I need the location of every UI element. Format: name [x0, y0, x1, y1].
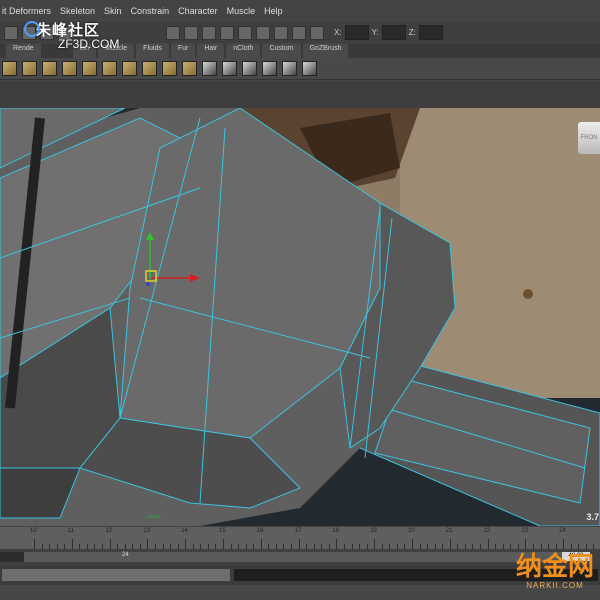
shelf-tool-1-icon[interactable] [2, 61, 17, 76]
tab-fluids[interactable]: Fluids [136, 44, 169, 58]
time-tick [147, 539, 149, 549]
time-tick-label: 11 [67, 528, 75, 534]
time-tick-label: 13 [143, 528, 151, 534]
y-field[interactable] [381, 25, 406, 40]
shelf-tool-14-icon[interactable] [262, 61, 277, 76]
shelf-tool-15-icon[interactable] [282, 61, 297, 76]
menu-character[interactable]: Character [178, 6, 218, 16]
time-tick-label: 23 [521, 528, 529, 534]
menu-muscle[interactable]: Muscle [227, 6, 256, 16]
watermark-zf3d-url: ZF3D.COM [58, 37, 120, 51]
ipr-render-icon[interactable] [292, 25, 306, 40]
tab-fur[interactable]: Fur [170, 44, 196, 58]
time-tick-label: 22 [483, 528, 491, 534]
shelf-tool-3-icon[interactable] [42, 61, 57, 76]
x-field[interactable] [344, 25, 369, 40]
viewport-3d[interactable]: FRON persp 3.7 [0, 108, 600, 526]
shelf-tool-8-icon[interactable] [142, 61, 157, 76]
render-settings-icon[interactable] [310, 25, 324, 40]
menu-set-icon[interactable] [4, 25, 18, 40]
tab-gozbrush[interactable]: GoZBrush [302, 44, 349, 58]
select-by-component-icon[interactable] [202, 25, 216, 40]
time-tick [298, 539, 300, 549]
shelf-tool-11-icon[interactable] [202, 61, 217, 76]
menu-skeleton[interactable]: Skeleton [60, 6, 95, 16]
range-start-field[interactable] [0, 552, 24, 562]
time-tick [412, 539, 413, 549]
mel-input[interactable] [2, 569, 230, 581]
render-icon[interactable] [274, 25, 288, 40]
time-tick [109, 539, 111, 549]
time-tick [223, 539, 224, 549]
shelf-tool-5-icon[interactable] [82, 61, 97, 76]
time-tick [71, 539, 73, 549]
time-tick [487, 539, 489, 549]
z-field[interactable] [418, 25, 443, 40]
time-slider[interactable]: 10 11 12 13 14 15 16 17 18 19 20 21 22 23 24 [0, 527, 600, 549]
time-tick [449, 539, 451, 549]
watermark-narkii: 纳金网 NARKII.COM [516, 553, 594, 590]
menu-edit-deformers[interactable]: it Deformers [2, 6, 51, 16]
shelf-tool-13-icon[interactable] [242, 61, 257, 76]
snap-grid-icon[interactable] [220, 25, 234, 40]
time-tick-label: 18 [332, 528, 340, 534]
help-line [0, 585, 600, 600]
image-plane-pebble [523, 289, 533, 299]
y-label: Y: [371, 28, 379, 37]
time-tick-label: 17 [294, 528, 302, 534]
x-label: X: [334, 28, 342, 37]
panel-toolbar [0, 81, 600, 109]
time-tick-label: 20 [408, 528, 415, 534]
camera-label: persp [148, 514, 161, 520]
shelf-tool-12-icon[interactable] [222, 61, 237, 76]
time-tick-label: 10 [30, 528, 37, 534]
fps-readout: 3.7 [586, 512, 599, 522]
shelf-tool-7-icon[interactable] [122, 61, 137, 76]
shelf-tool-2-icon[interactable] [22, 61, 37, 76]
time-tick-label: 14 [181, 528, 188, 534]
manip-z-axis[interactable] [146, 282, 150, 286]
view-cube[interactable]: FRON [578, 122, 600, 154]
range-slider: 24 48.00 [0, 549, 600, 565]
time-tick [34, 539, 35, 549]
time-tick-label: 21 [445, 528, 453, 534]
tab-custom[interactable]: Custom [262, 44, 301, 58]
z-label: Z: [408, 28, 416, 37]
shelf-tool-16-icon[interactable] [302, 61, 317, 76]
snap-curve-icon[interactable] [238, 25, 252, 40]
time-tick [525, 539, 527, 549]
time-tick-label: 24 [559, 528, 566, 534]
range-bar[interactable] [24, 552, 564, 562]
range-current: 24 [122, 552, 129, 558]
zf3d-logo-icon [24, 21, 40, 37]
command-line [0, 565, 600, 600]
time-tick-label: 15 [219, 528, 226, 534]
tab-ncloth[interactable]: nCloth [226, 44, 261, 58]
time-tick [374, 539, 376, 549]
viewport-scene [0, 108, 600, 526]
transform-fields: X: Y: Z: [334, 25, 443, 40]
time-tick [336, 539, 338, 549]
shelf-tool-10-icon[interactable] [182, 61, 197, 76]
time-tick-label: 19 [370, 528, 377, 534]
shelf-tool-9-icon[interactable] [162, 61, 177, 76]
time-tick [260, 539, 262, 549]
time-tick [563, 539, 565, 549]
time-tick-label: 16 [256, 528, 264, 534]
menu-help[interactable]: Help [264, 6, 283, 16]
shelf-tool-6-icon[interactable] [102, 61, 117, 76]
watermark-narkii-cn: 纳金网 [515, 552, 594, 582]
select-by-object-icon[interactable] [184, 25, 198, 40]
shelf-tool-4-icon[interactable] [62, 61, 77, 76]
watermark-zf3d: 朱峰社区 ZF3D.COM [24, 19, 120, 51]
snap-point-icon[interactable] [256, 25, 270, 40]
shelf [0, 58, 600, 80]
menu-constrain[interactable]: Constrain [131, 6, 170, 16]
select-by-hierarchy-icon[interactable] [166, 25, 180, 40]
tab-hair[interactable]: Hair [197, 44, 225, 58]
watermark-narkii-url: NARKII.COM [526, 581, 584, 590]
time-tick [185, 539, 187, 549]
time-tick-label: 12 [105, 528, 113, 534]
menu-skin[interactable]: Skin [104, 6, 122, 16]
